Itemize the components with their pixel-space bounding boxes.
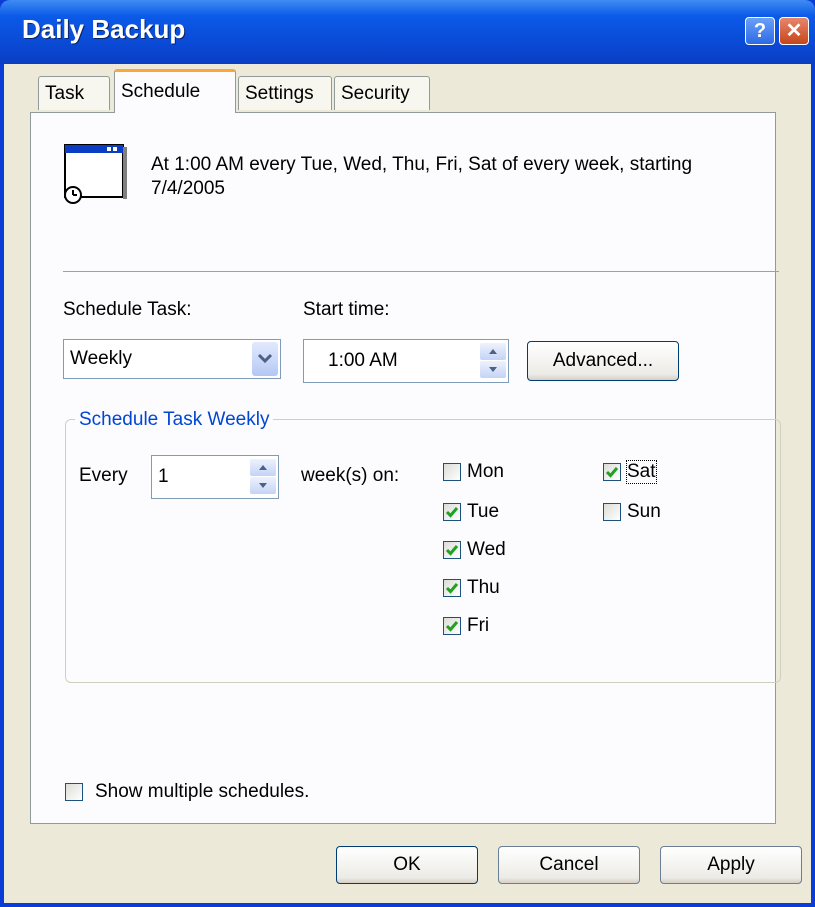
tab-schedule[interactable]: Schedule	[114, 69, 236, 113]
window-title: Daily Backup	[22, 14, 186, 44]
checkbox-fri[interactable]	[443, 617, 461, 635]
checkbox-thu[interactable]	[443, 579, 461, 597]
checkbox-label-sat[interactable]: Sat	[626, 460, 657, 484]
tab-settings[interactable]: Settings	[238, 76, 332, 110]
checkbox-label-thu[interactable]: Thu	[467, 577, 500, 599]
divider	[63, 271, 779, 272]
schedule-task-dropdown[interactable]: Weekly	[63, 339, 281, 379]
show-multiple-label[interactable]: Show multiple schedules.	[95, 781, 309, 803]
every-value: 1	[158, 466, 169, 487]
checkbox-label-fri[interactable]: Fri	[467, 615, 489, 637]
checkbox-label-mon[interactable]: Mon	[467, 461, 504, 483]
dialog-client: Task Schedule Settings Security At 1:00 …	[4, 64, 811, 903]
advanced-button[interactable]: Advanced...	[527, 341, 679, 381]
show-multiple-checkbox[interactable]	[65, 783, 83, 801]
checkbox-wed[interactable]	[443, 541, 461, 559]
spin-down-icon[interactable]	[480, 361, 506, 378]
start-time-spinner[interactable]: 1:00 AM	[303, 339, 509, 383]
spin-up-icon[interactable]	[480, 343, 506, 360]
tab-task[interactable]: Task	[38, 76, 110, 110]
every-spinner[interactable]: 1	[151, 455, 279, 499]
checkmark-icon	[445, 621, 459, 632]
dialog-window: Daily Backup ? ✕ Task Schedule Settings …	[0, 0, 815, 907]
apply-button[interactable]: Apply	[660, 846, 802, 884]
tab-security[interactable]: Security	[334, 76, 430, 110]
checkbox-sun[interactable]	[603, 503, 621, 521]
weeks-on-label: week(s) on:	[301, 465, 400, 486]
checkbox-label-sun[interactable]: Sun	[627, 501, 661, 523]
start-time-label: Start time:	[303, 299, 390, 320]
cancel-button[interactable]: Cancel	[498, 846, 640, 884]
scheduled-task-clock-icon	[64, 144, 127, 204]
schedule-task-value: Weekly	[70, 348, 132, 369]
ok-button[interactable]: OK	[336, 846, 478, 884]
checkbox-label-tue[interactable]: Tue	[467, 501, 499, 523]
schedule-panel: At 1:00 AM every Tue, Wed, Thu, Fri, Sat…	[30, 112, 781, 824]
checkmark-icon	[445, 545, 459, 556]
spin-up-icon[interactable]	[250, 459, 276, 476]
every-label: Every	[79, 465, 128, 486]
checkbox-label-wed[interactable]: Wed	[467, 539, 506, 561]
start-time-value: 1:00 AM	[328, 350, 398, 371]
help-button[interactable]: ?	[745, 17, 775, 45]
title-bar[interactable]: Daily Backup ? ✕	[0, 0, 815, 64]
checkmark-icon	[445, 583, 459, 594]
schedule-task-label: Schedule Task:	[63, 299, 192, 320]
chevron-down-icon[interactable]	[252, 342, 278, 376]
checkmark-icon	[605, 467, 619, 478]
checkbox-tue[interactable]	[443, 503, 461, 521]
checkbox-sat[interactable]	[603, 463, 621, 481]
checkbox-mon[interactable]	[443, 463, 461, 481]
schedule-summary: At 1:00 AM every Tue, Wed, Thu, Fri, Sat…	[151, 154, 693, 199]
close-button[interactable]: ✕	[779, 17, 809, 45]
spin-down-icon[interactable]	[250, 477, 276, 494]
weekly-group-title: Schedule Task Weekly	[75, 409, 274, 431]
checkmark-icon	[445, 507, 459, 518]
